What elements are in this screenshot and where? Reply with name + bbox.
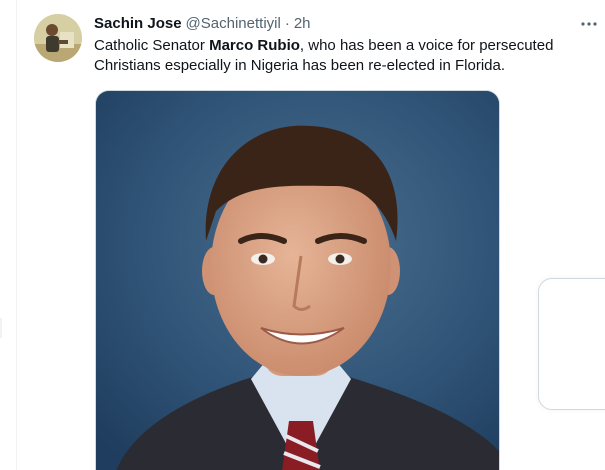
tweet-text: Catholic Senator Marco Rubio, who has be… bbox=[94, 36, 574, 76]
timeline: Sachin Jose @Sachinettiyil · 2h Catholic Se… bbox=[0, 0, 605, 470]
author-name[interactable]: Sachin Jose bbox=[94, 15, 182, 32]
portrait-image bbox=[96, 91, 499, 470]
tweet[interactable]: Sachin Jose @Sachinettiyil · 2h Catholic Se… bbox=[17, 0, 605, 470]
tweet-time[interactable]: 2h bbox=[294, 15, 311, 32]
side-panel-card bbox=[538, 278, 605, 410]
mention-bold-name: Marco Rubio bbox=[209, 37, 300, 54]
more-horizontal-icon bbox=[581, 22, 597, 26]
tweet-text-start: Catholic Senator bbox=[94, 37, 210, 54]
author-handle[interactable]: @Sachinettiyil bbox=[186, 15, 281, 32]
more-options-button[interactable] bbox=[575, 12, 603, 36]
avatar[interactable] bbox=[34, 14, 82, 62]
scroll-edge bbox=[0, 318, 2, 338]
avatar-image bbox=[34, 14, 82, 62]
tweet-photo[interactable] bbox=[95, 90, 500, 470]
tweet-header: Sachin Jose @Sachinettiyil · 2h bbox=[94, 14, 311, 34]
separator-dot: · bbox=[284, 15, 290, 32]
